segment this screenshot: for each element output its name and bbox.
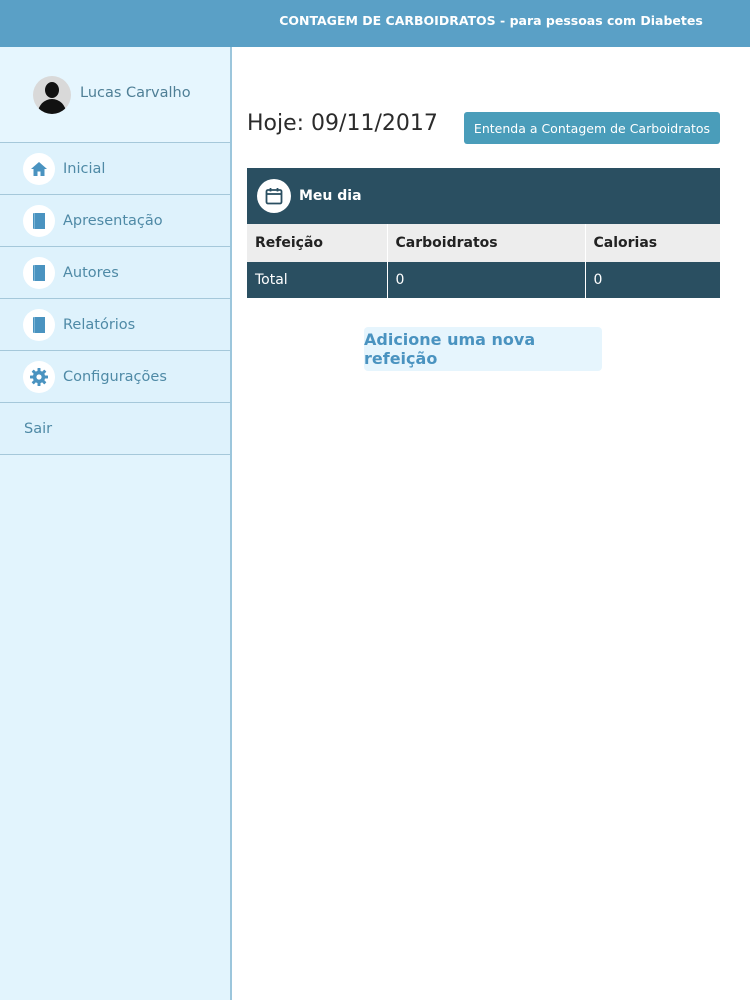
top-bar: CONTAGEM DE CARBOIDRATOS - para pessoas …	[0, 0, 750, 47]
sidebar-item-apresentacao[interactable]: Apresentação	[0, 195, 230, 247]
main-content: Hoje: 09/11/2017 Entenda a Contagem de C…	[234, 47, 750, 1000]
add-meal-button[interactable]: Adicione uma nova refeição	[364, 327, 602, 371]
document-icon	[23, 308, 55, 341]
cell-total-label: Total	[247, 262, 388, 298]
sidebar-item-label: Inicial	[63, 160, 106, 177]
sidebar-item-autores[interactable]: Autores	[0, 247, 230, 299]
table-header-row: Refeição Carboidratos Calorias	[247, 224, 720, 262]
explain-carb-counting-button[interactable]: Entenda a Contagem de Carboidratos	[464, 112, 720, 144]
document-icon	[23, 256, 55, 289]
panel-header: Meu dia	[247, 168, 720, 224]
gear-icon	[23, 360, 55, 393]
sidebar-item-sair[interactable]: Sair	[0, 403, 230, 455]
sidebar-item-inicial[interactable]: Inicial	[0, 143, 230, 195]
sidebar: Lucas Carvalho Inicial Apresentação Auto…	[0, 47, 232, 1000]
column-header-refeicao: Refeição	[247, 224, 388, 262]
today-date: Hoje: 09/11/2017	[247, 111, 438, 136]
avatar	[33, 75, 71, 114]
sidebar-item-label: Sair	[24, 420, 53, 437]
user-profile[interactable]: Lucas Carvalho	[0, 47, 230, 143]
column-header-calorias: Calorias	[585, 224, 720, 262]
column-header-carboidratos: Carboidratos	[387, 224, 586, 262]
cell-total-carbs: 0	[387, 262, 586, 298]
table-row-total: Total 0 0	[247, 262, 720, 298]
cell-total-calories: 0	[585, 262, 720, 298]
user-name: Lucas Carvalho	[80, 85, 191, 101]
sidebar-item-label: Relatórios	[63, 316, 136, 333]
my-day-panel: Meu dia Refeição Carboidratos Calorias T…	[247, 168, 720, 298]
home-icon	[23, 152, 55, 185]
sidebar-item-relatorios[interactable]: Relatórios	[0, 299, 230, 351]
sidebar-item-configuracoes[interactable]: Configurações	[0, 351, 230, 403]
document-icon	[23, 204, 55, 237]
app-title: CONTAGEM DE CARBOIDRATOS - para pessoas …	[279, 13, 703, 28]
sidebar-item-label: Apresentação	[63, 212, 163, 229]
calendar-icon	[257, 179, 291, 213]
panel-title: Meu dia	[299, 188, 362, 204]
meals-table: Refeição Carboidratos Calorias Total 0 0	[247, 224, 720, 298]
sidebar-item-label: Configurações	[63, 368, 167, 385]
sidebar-item-label: Autores	[63, 264, 119, 281]
